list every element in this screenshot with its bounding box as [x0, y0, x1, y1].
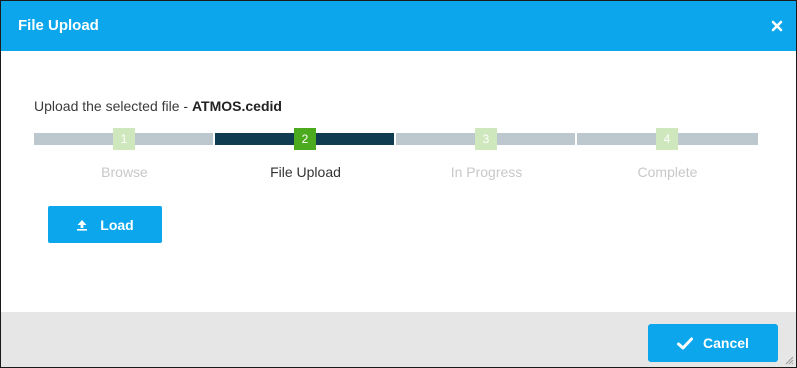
dialog-title: File Upload	[18, 17, 99, 34]
step-label-browse: Browse	[101, 164, 148, 180]
load-button[interactable]: Load	[48, 206, 162, 243]
resize-grip-icon[interactable]	[784, 355, 794, 365]
upload-message-prefix: Upload the selected file -	[34, 98, 192, 114]
cancel-button[interactable]: Cancel	[648, 324, 778, 362]
close-icon[interactable]	[769, 18, 785, 34]
step-marker-3: 3	[475, 128, 497, 150]
step-marker-2: 2	[294, 128, 316, 150]
step-label-complete: Complete	[637, 164, 698, 180]
step-label-in-progress: In Progress	[450, 164, 523, 180]
dialog-header: File Upload	[1, 1, 796, 51]
step-label-file-upload: File Upload	[270, 164, 341, 180]
upload-message: Upload the selected file - ATMOS.cedid	[34, 98, 282, 114]
upload-icon	[77, 219, 88, 231]
step-marker-1: 1	[113, 128, 135, 150]
upload-filename: ATMOS.cedid	[191, 98, 282, 114]
load-button-label: Load	[100, 216, 134, 233]
checkmark-icon	[677, 337, 694, 349]
cancel-button-label: Cancel	[703, 335, 749, 351]
file-upload-dialog: File Upload Upload the selected file - A…	[0, 0, 797, 368]
upload-stepper: 1 2 3 4 Browse File Upload In Progress C…	[34, 128, 758, 183]
step-marker-4: 4	[656, 128, 678, 150]
